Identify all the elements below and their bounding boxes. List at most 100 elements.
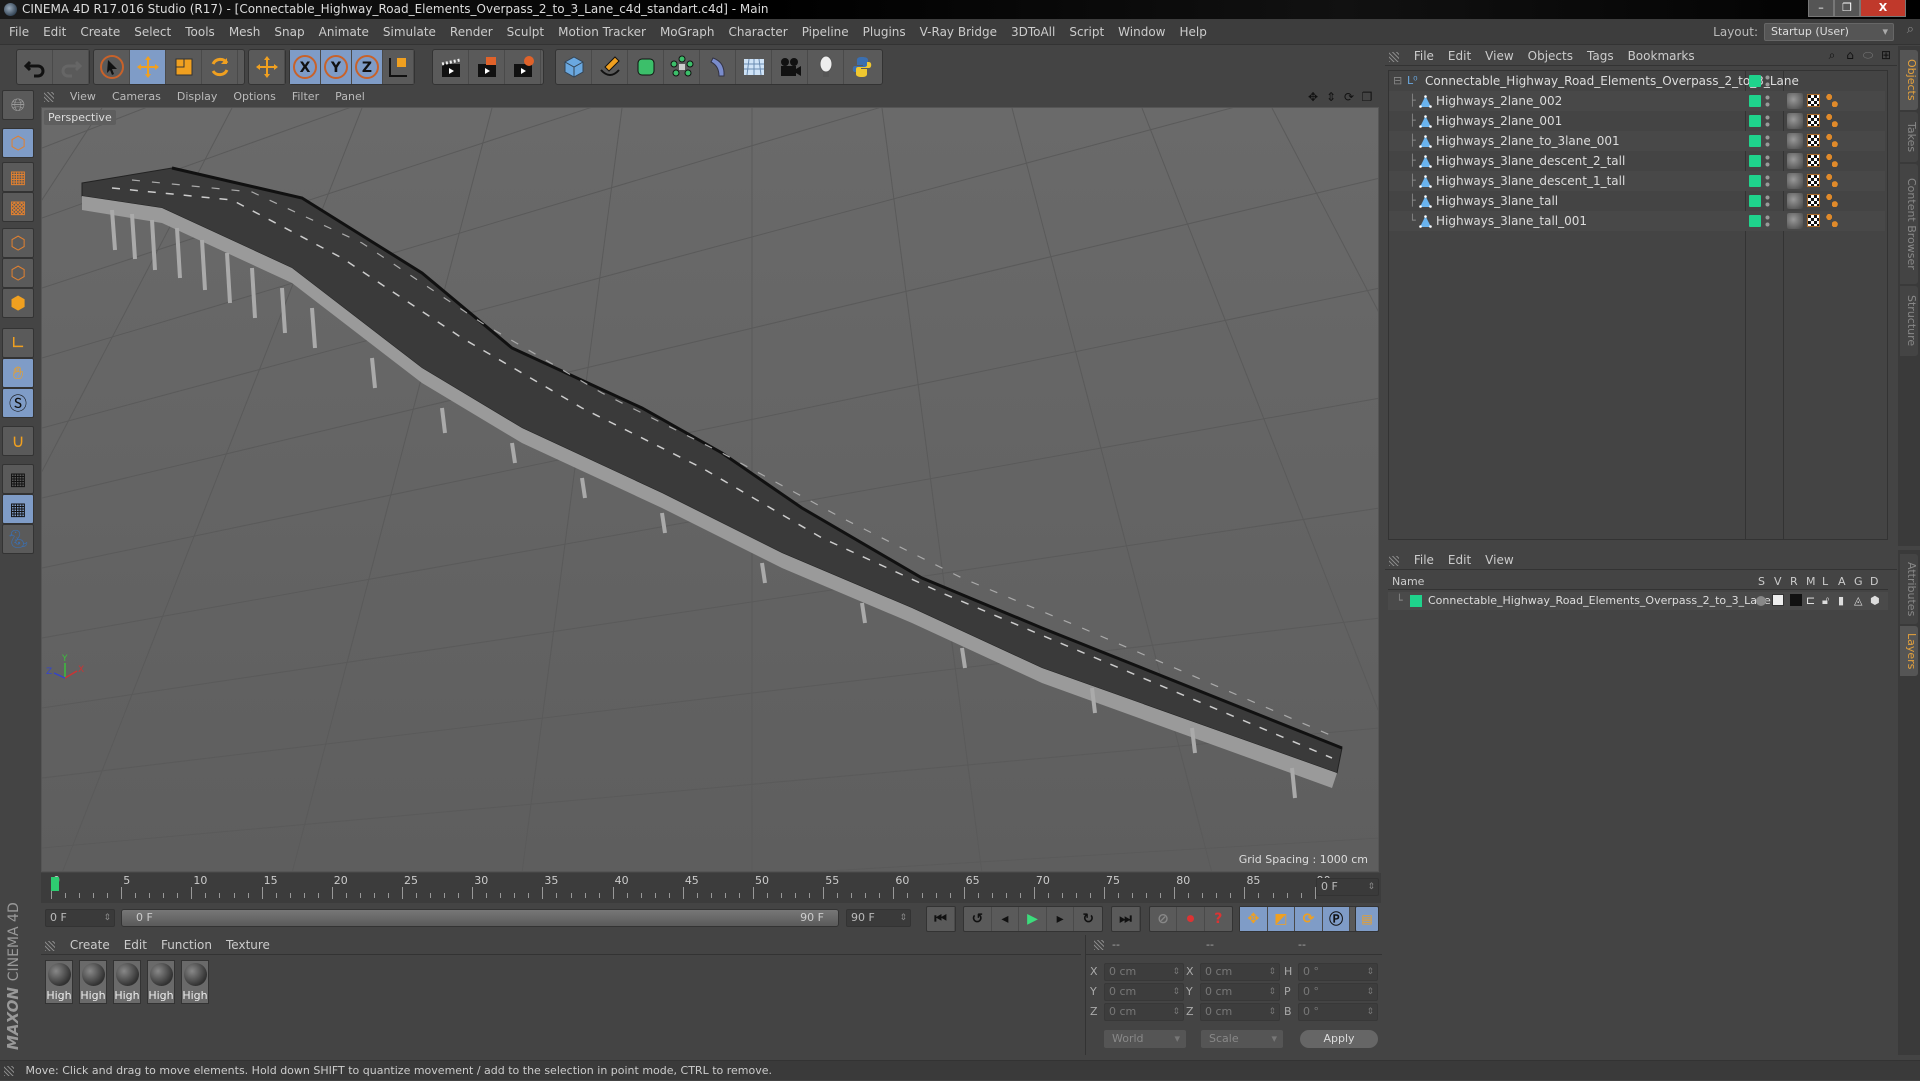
layer-menu-edit[interactable]: Edit [1441,550,1478,570]
object-row[interactable]: ├ Highways_3lane_descent_1_tall [1389,171,1885,191]
object-menu-edit[interactable]: Edit [1441,46,1478,66]
z-axis-icon[interactable]: Z [352,50,383,84]
light-icon[interactable] [808,50,844,84]
go-to-end-button[interactable]: ⏭ [1112,907,1140,931]
search-icon[interactable]: ⌕ [1907,22,1914,37]
apply-button[interactable]: Apply [1299,1029,1379,1049]
object-name[interactable]: Connectable_Highway_Road_Elements_Overpa… [1425,71,1799,91]
column-header-a[interactable]: A [1838,574,1846,590]
object-name[interactable]: Highways_3lane_tall_001 [1436,211,1587,231]
rotate-icon[interactable] [202,50,238,84]
3d-viewport[interactable]: Y X Z Perspective Grid Spacing : 1000 cm [41,107,1379,872]
transform-mode-dropdown[interactable]: Scale [1201,1030,1283,1048]
texture-tag-icon[interactable] [1807,214,1820,227]
viewport-menu-display[interactable]: Display [169,88,226,106]
camera-label[interactable]: Perspective [44,110,116,125]
align-workplane-icon[interactable]: ▦ [2,494,34,524]
menu-file[interactable]: File [2,19,36,45]
visibility-dots[interactable] [1765,174,1770,188]
frame-range-slider[interactable]: 0 F 90 F [121,909,839,927]
menu-sculpt[interactable]: Sculpt [500,19,551,45]
object-menu-objects[interactable]: Objects [1521,46,1580,66]
object-name[interactable]: Highways_3lane_tall [1436,191,1558,211]
material-menu-function[interactable]: Function [154,935,219,955]
autokey-icon[interactable]: ? [1205,907,1232,931]
coord-field-z[interactable]: 0 cm [1200,1003,1280,1021]
menu-simulate[interactable]: Simulate [376,19,443,45]
visibility-dots[interactable] [1765,194,1770,208]
python-script-icon[interactable]: 🐍︎ [2,524,34,554]
layer-name[interactable]: Connectable_Highway_Road_Elements_Overpa… [1428,592,1771,610]
texture-tag-icon[interactable] [1807,194,1820,207]
coord-field-x[interactable]: 0 cm [1104,963,1184,981]
texture-tag-icon[interactable] [1807,134,1820,147]
object-menu-tags[interactable]: Tags [1580,46,1621,66]
viewport-menu-filter[interactable]: Filter [284,88,327,106]
y-axis-icon[interactable]: Y [321,50,352,84]
cube-icon[interactable] [556,50,592,84]
go-to-start-button[interactable]: ⏮ [927,907,955,931]
menu-3dtoall[interactable]: 3DToAll [1004,19,1062,45]
object-name[interactable]: Highways_3lane_descent_2_tall [1436,151,1625,171]
lock-toggle-icon[interactable]: 🔓︎ [1822,592,1829,610]
object-menu-view[interactable]: View [1478,46,1520,66]
move-track-icon[interactable]: ✥ [1240,907,1268,931]
coord-field-z[interactable]: 0 cm [1104,1003,1184,1021]
pen-spline-icon[interactable] [592,50,628,84]
pan-view-icon[interactable]: ✥ [1306,90,1320,104]
layer-color-swatch[interactable] [1749,175,1761,187]
subdivision-icon[interactable] [628,50,664,84]
visibility-dots[interactable] [1765,134,1770,148]
object-row[interactable]: ├ Highways_2lane_to_3lane_001 [1389,131,1885,151]
object-row[interactable]: ├ Highways_2lane_001 [1389,111,1885,131]
keyframe-lock-icon[interactable]: ⊘ [1150,907,1178,931]
texture-tag-icon[interactable] [1807,94,1820,107]
layer-color-swatch[interactable] [1749,215,1761,227]
texture-mode-icon[interactable]: ▦ [2,162,34,192]
render-settings-icon[interactable] [505,50,541,84]
deformer-toggle-icon[interactable]: ⬢ [1870,592,1880,610]
prev-frame-button[interactable]: ◂ [992,907,1020,931]
menu-select[interactable]: Select [127,19,178,45]
panel-grip-icon[interactable] [44,91,54,102]
current-frame-field[interactable]: 0 F [1316,878,1379,896]
column-header-v[interactable]: V [1774,574,1782,590]
timeline-ruler[interactable]: 051015202530354045505560657075808590 0 F [41,873,1381,903]
object-name[interactable]: Highways_2lane_to_3lane_001 [1436,131,1620,151]
search-icon[interactable]: ⌕ [1825,48,1839,62]
object-name[interactable]: Highways_2lane_001 [1436,111,1562,131]
layer-color-swatch[interactable] [1749,115,1761,127]
floor-icon[interactable] [736,50,772,84]
model-mode-icon[interactable]: ⬡ [2,128,34,158]
timeline-toggle-icon[interactable]: ▤ [1355,906,1379,932]
panel-grip-icon[interactable] [1389,555,1399,566]
menu-motion-tracker[interactable]: Motion Tracker [551,19,653,45]
material-swatch[interactable]: High [79,960,107,1004]
material-swatch[interactable]: High [147,960,175,1004]
layer-row[interactable]: └ Connectable_Highway_Road_Elements_Over… [1388,592,1888,610]
cloner-icon[interactable] [664,50,700,84]
visibility-dots[interactable] [1765,74,1770,88]
end-frame-field[interactable]: 90 F [846,909,911,927]
side-tab-objects[interactable]: Objects [1900,50,1918,110]
column-header-name[interactable]: Name [1392,574,1424,590]
visibility-dots[interactable] [1765,114,1770,128]
lock-workplane-icon[interactable]: ▦ [2,464,34,494]
menu-character[interactable]: Character [721,19,794,45]
camera-icon[interactable] [772,50,808,84]
coord-field-y[interactable]: 0 cm [1200,983,1280,1001]
visibility-dots[interactable] [1765,154,1770,168]
menu-window[interactable]: Window [1111,19,1172,45]
next-frame-button[interactable]: ▸ [1047,907,1075,931]
world-coord-icon[interactable] [383,50,414,84]
selection-tag-icon[interactable] [1825,93,1839,109]
texture-tag-icon[interactable] [1807,114,1820,127]
layer-menu-file[interactable]: File [1407,550,1441,570]
make-editable-icon[interactable]: 🌐︎ [2,90,34,120]
material-swatch[interactable]: High [113,960,141,1004]
texture-tag-icon[interactable] [1807,174,1820,187]
points-mode-icon[interactable]: ⬡ [2,228,34,258]
panel-grip-icon[interactable] [45,940,55,951]
object-row-root[interactable]: ⊟ L⁰ Connectable_Highway_Road_Elements_Ove… [1389,71,1885,91]
layer-color-swatch[interactable] [1749,75,1761,87]
